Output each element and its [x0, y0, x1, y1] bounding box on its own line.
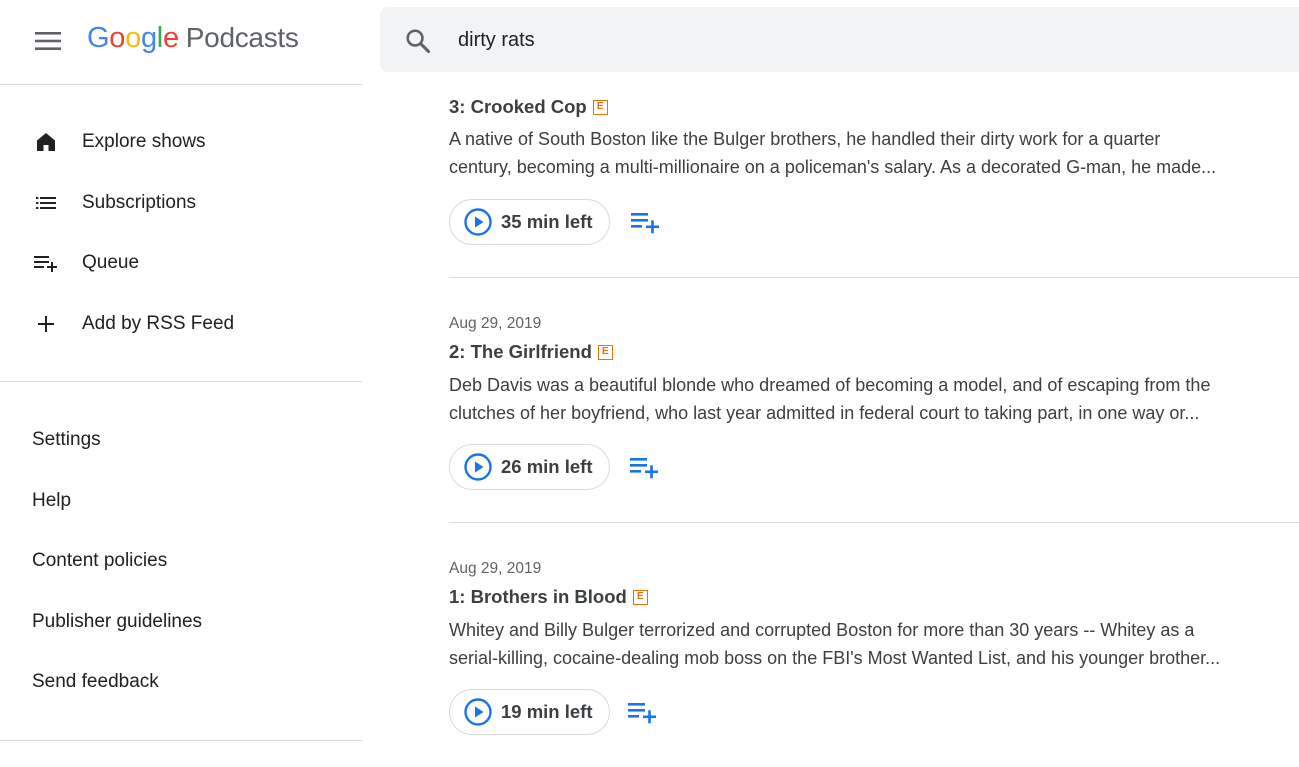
settings-link[interactable]: Settings — [32, 429, 101, 451]
episode-date: Aug 29, 2019 — [449, 315, 542, 332]
explicit-badge: E — [632, 589, 648, 605]
playlist-add-icon — [631, 213, 659, 234]
sidebar-item-queue[interactable]: Queue — [0, 238, 362, 288]
sidebar-item-label: Subscriptions — [82, 192, 197, 213]
episode-title[interactable]: 2: The Girlfriend — [449, 341, 592, 363]
play-circle-icon — [464, 208, 492, 236]
sidebar-item-subscriptions[interactable]: Subscriptions — [0, 178, 362, 228]
hamburger-menu-icon[interactable] — [30, 26, 66, 56]
episode-divider — [449, 522, 1299, 523]
search-input[interactable] — [458, 25, 1258, 55]
description-line: Deb Davis was a beautiful blonde who dre… — [449, 375, 1211, 395]
search-bar — [380, 7, 1299, 72]
play-button[interactable]: 26 min left — [449, 444, 610, 490]
play-circle-icon — [464, 698, 492, 726]
episode-title[interactable]: 3: Crooked Cop — [449, 96, 587, 118]
episode-title-row: 1: Brothers in Blood E — [449, 586, 648, 608]
google-podcasts-logo[interactable]: Google Podcasts — [87, 22, 299, 62]
plus-icon — [32, 310, 60, 338]
sidebar-item-explore-shows[interactable]: Explore shows — [0, 117, 362, 167]
description-line: Whitey and Billy Bulger terrorized and c… — [449, 620, 1195, 640]
sidebar-item-label: Queue — [82, 252, 140, 273]
sidebar-divider — [0, 740, 362, 741]
description-line: century, becoming a multi-millionaire on… — [449, 156, 1217, 177]
add-to-queue-button[interactable] — [626, 696, 658, 728]
play-circle-icon — [464, 453, 492, 481]
episode-description: A native of South Boston like the Bulger… — [449, 126, 1294, 181]
episode-divider — [449, 277, 1299, 278]
episode-title-row: 3: Crooked Cop E — [449, 96, 608, 118]
publisher-guidelines-link[interactable]: Publisher guidelines — [32, 611, 202, 633]
episode-title-row: 2: The Girlfriend E — [449, 341, 613, 363]
time-left-label: 35 min left — [501, 211, 593, 232]
episode-description: Deb Davis was a beautiful blonde who dre… — [449, 372, 1294, 427]
content-policies-link[interactable]: Content policies — [32, 550, 167, 572]
play-button[interactable]: 19 min left — [449, 689, 610, 735]
explicit-badge: E — [592, 99, 608, 115]
help-link[interactable]: Help — [32, 490, 71, 512]
google-wordmark: Google — [87, 22, 179, 54]
time-left-label: 19 min left — [501, 701, 593, 722]
playlist-add-icon — [630, 458, 658, 479]
sidebar-item-label: Explore shows — [82, 131, 206, 152]
episode-title[interactable]: 1: Brothers in Blood — [449, 586, 627, 608]
episode-list: 3: Crooked Cop E A native of South Bosto… — [449, 72, 1299, 767]
search-icon[interactable] — [404, 27, 432, 55]
play-button[interactable]: 35 min left — [449, 199, 610, 245]
sidebar-item-add-rss[interactable]: Add by RSS Feed — [0, 299, 362, 349]
explicit-badge: E — [597, 344, 613, 360]
list-icon — [32, 189, 60, 217]
description-line: serial-killing, cocaine-dealing mob boss… — [449, 647, 1221, 668]
sidebar-divider — [0, 381, 362, 382]
home-icon — [32, 128, 60, 156]
logo-product-name: Podcasts — [185, 22, 299, 53]
time-left-label: 26 min left — [501, 456, 593, 477]
playlist-add-icon — [32, 249, 60, 277]
sidebar: Explore shows Subscriptions Queue Add by… — [0, 85, 362, 767]
playlist-add-icon — [628, 703, 656, 724]
description-line: clutches of her boyfriend, who last year… — [449, 402, 1200, 423]
episode-date: Aug 29, 2019 — [449, 560, 542, 577]
description-line: A native of South Boston like the Bulger… — [449, 129, 1161, 149]
episode-description: Whitey and Billy Bulger terrorized and c… — [449, 617, 1294, 672]
add-to-queue-button[interactable] — [629, 206, 661, 238]
add-to-queue-button[interactable] — [628, 451, 660, 483]
sidebar-item-label: Add by RSS Feed — [82, 313, 235, 334]
send-feedback-link[interactable]: Send feedback — [32, 671, 159, 693]
